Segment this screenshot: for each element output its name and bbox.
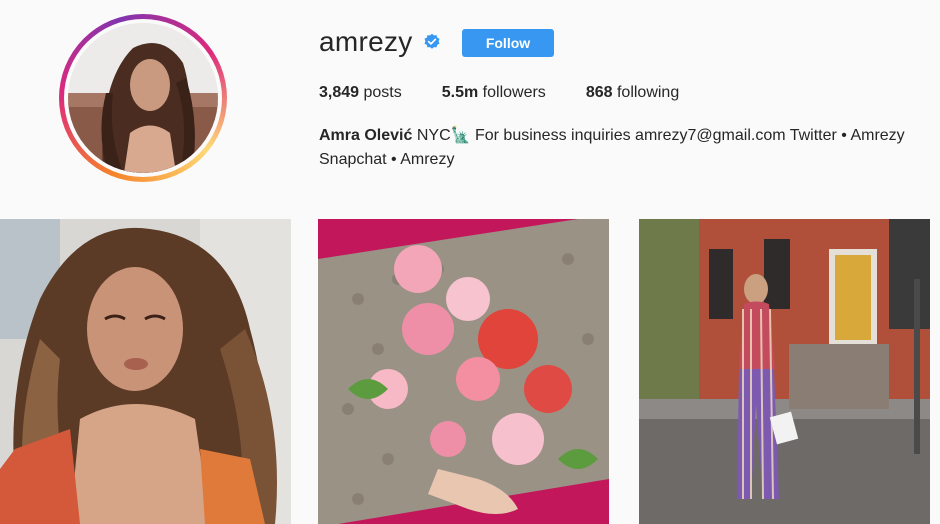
followers-label[interactable]: followers: [483, 84, 546, 101]
verified-badge-icon: [424, 33, 440, 49]
bio-full-name: Amra Olević: [319, 127, 413, 144]
profile-username: amrezy: [319, 26, 413, 57]
following-label[interactable]: following: [617, 84, 679, 101]
post-image-floral-bag: [318, 219, 609, 524]
post-thumbnail-2[interactable]: [318, 219, 609, 524]
avatar-image: [68, 23, 218, 173]
posts-count: 3,849 posts: [319, 84, 402, 102]
followers-value[interactable]: 5.5m: [442, 84, 478, 101]
avatar: [68, 23, 218, 173]
avatar-frame: [64, 19, 222, 177]
following-value[interactable]: 868: [586, 84, 613, 101]
profile-stats: 3,849 posts 5.5m followers 868 following: [319, 84, 719, 102]
bio-text-line1: NYC🗽 For business inquiries amrezy7@gmai…: [412, 127, 905, 144]
posts-value: 3,849: [319, 84, 360, 101]
bio-text-line2: Snapchat • Amrezy: [319, 151, 455, 168]
followers-count[interactable]: 5.5m followers: [442, 84, 546, 102]
profile-bio: Amra Olević NYC🗽 For business inquiries …: [319, 124, 909, 172]
posts-label: posts: [363, 84, 402, 101]
post-thumbnail-1[interactable]: [0, 219, 291, 524]
post-image-portrait: [0, 219, 291, 524]
follow-button[interactable]: Follow: [462, 29, 554, 57]
following-count[interactable]: 868 following: [586, 84, 679, 102]
post-thumbnail-3[interactable]: [639, 219, 930, 524]
post-image-street: [639, 219, 930, 524]
profile-avatar-ring[interactable]: [59, 14, 227, 182]
